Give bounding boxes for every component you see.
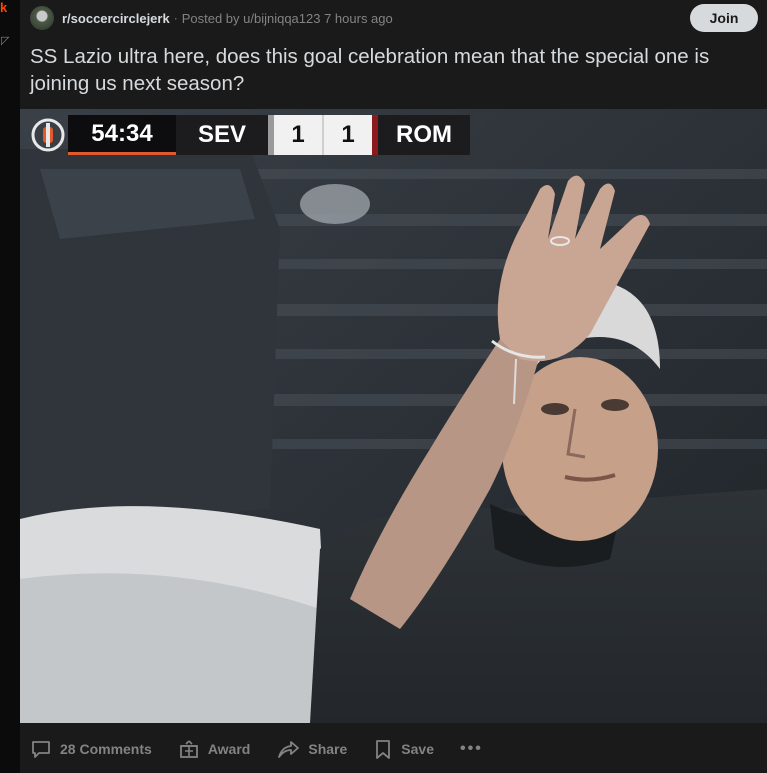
save-button[interactable]: Save: [373, 738, 434, 760]
match-clock: 54:34: [68, 115, 176, 155]
home-team: SEV: [176, 115, 268, 155]
post-photo: [20, 109, 767, 723]
post-action-bar: 28 Comments Award Share Save •••: [30, 733, 483, 765]
left-rail: k ◸: [0, 0, 20, 773]
comment-icon: [32, 741, 50, 758]
share-button[interactable]: Share: [276, 738, 347, 760]
award-button[interactable]: Award: [178, 738, 251, 760]
more-icon[interactable]: •••: [460, 740, 483, 758]
meta-separator: ·: [173, 11, 178, 25]
away-score: 1: [322, 115, 378, 155]
join-button[interactable]: Join: [690, 4, 758, 32]
post-card[interactable]: r/soccercirclejerk · Posted by u/bijniqq…: [20, 0, 767, 773]
save-icon: [376, 740, 391, 759]
award-label: Award: [207, 741, 251, 757]
subreddit-avatar[interactable]: [30, 6, 54, 30]
post-image[interactable]: 54:34 SEV 1 1 ROM: [20, 109, 767, 723]
comments-label: 28 Comments: [60, 741, 152, 757]
cropped-text-fragment: k: [0, 0, 8, 15]
post-meta: r/soccercirclejerk · Posted by u/bijniqq…: [30, 4, 767, 32]
subreddit-link[interactable]: r/soccercirclejerk: [62, 11, 170, 26]
share-icon: [278, 741, 300, 758]
away-team: ROM: [378, 115, 470, 155]
comments-button[interactable]: 28 Comments: [30, 738, 152, 760]
save-label: Save: [401, 741, 434, 757]
europa-league-logo: [28, 115, 68, 155]
vote-arrow-icon[interactable]: ◸: [1, 34, 9, 47]
posted-by-text[interactable]: Posted by u/bijniqqa123 7 hours ago: [182, 11, 393, 26]
share-label: Share: [308, 741, 348, 757]
match-scoreboard: 54:34 SEV 1 1 ROM: [28, 115, 470, 155]
award-icon: [179, 740, 198, 758]
post-title[interactable]: SS Lazio ultra here, does this goal cele…: [30, 43, 750, 97]
home-score: 1: [268, 115, 322, 155]
